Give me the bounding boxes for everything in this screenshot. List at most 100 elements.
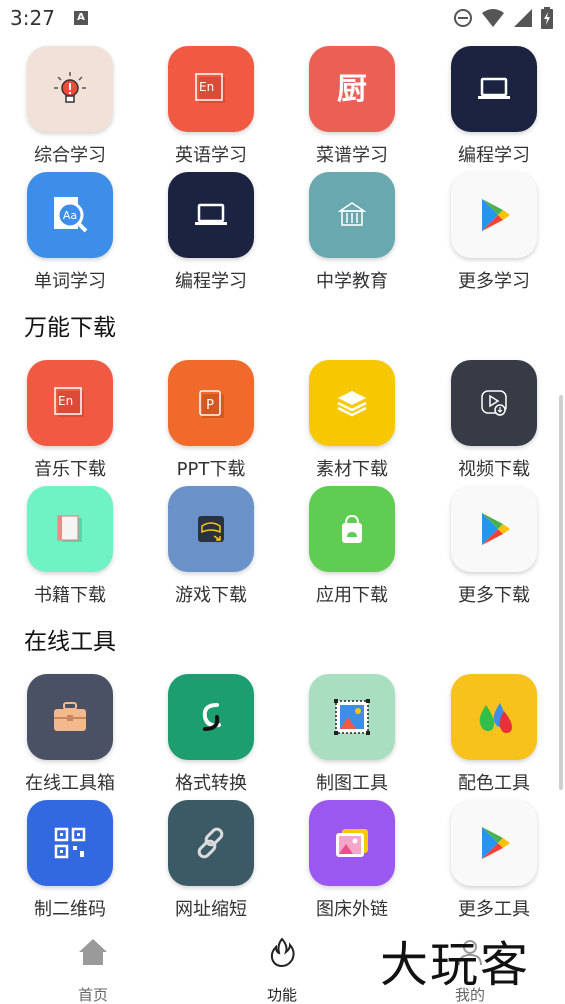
learning-row-2: Aa 单词学习 编程学习 中学教育 更多学习 xyxy=(0,164,565,292)
tile-coding-learning-2[interactable]: 编程学习 xyxy=(151,164,271,292)
play-store-icon xyxy=(482,513,510,545)
tile-middle-school[interactable]: 中学教育 xyxy=(292,164,412,292)
tile-label: 游戏下载 xyxy=(175,585,247,606)
tile-icon-bg: P xyxy=(168,360,254,446)
tile-icon-bg xyxy=(27,800,113,886)
school-building-icon xyxy=(337,202,367,226)
tile-icon-bg xyxy=(309,360,395,446)
tile-app-download[interactable]: 应用下载 xyxy=(292,478,412,606)
tile-icon-bg xyxy=(309,800,395,886)
book-icon xyxy=(57,515,82,542)
link-chain-icon xyxy=(197,827,224,859)
learning-row-1: 综合学习 En 英语学习 厨 菜谱学习 编程学习 xyxy=(0,38,565,166)
dictionary-search-icon: Aa xyxy=(54,197,88,233)
tile-icon-bg xyxy=(451,172,537,258)
tools-row-1: 在线工具箱 格式转换 制图工具 配色工具 xyxy=(0,666,565,794)
tile-music-download[interactable]: En 音乐下载 xyxy=(10,352,130,480)
tile-icon-bg xyxy=(168,800,254,886)
tile-drawing-tool[interactable]: 制图工具 xyxy=(292,666,412,794)
tile-more-tools[interactable]: 更多工具 xyxy=(434,792,554,920)
tile-icon-bg xyxy=(27,46,113,132)
tile-icon-bg xyxy=(27,674,113,760)
lightbulb-icon xyxy=(54,72,86,103)
tile-label: 更多下载 xyxy=(458,585,530,606)
color-drops-icon xyxy=(479,703,512,733)
tile-image-hosting[interactable]: 图床外链 xyxy=(292,792,412,920)
svg-text:Aa: Aa xyxy=(63,209,77,222)
tile-coding-learning[interactable]: 编程学习 xyxy=(434,38,554,166)
tile-icon-bg xyxy=(451,800,537,886)
play-store-icon xyxy=(482,827,510,859)
home-icon xyxy=(79,939,107,965)
nav-home-label: 首页 xyxy=(77,986,108,1004)
do-not-disturb-icon xyxy=(454,9,472,27)
tile-icon-bg xyxy=(451,46,537,132)
section-title-tools: 在线工具 xyxy=(24,629,116,655)
svg-text:P: P xyxy=(206,398,214,413)
tile-more-learning[interactable]: 更多学习 xyxy=(434,164,554,292)
tile-icon-bg: En xyxy=(168,46,254,132)
feature-grid: 综合学习 En 英语学习 厨 菜谱学习 编程学习 Aa 单词学习 编程学习 中学… xyxy=(0,38,565,928)
watermark-logo: 大玩客 xyxy=(380,937,531,993)
tile-icon-bg xyxy=(27,486,113,572)
signal-icon xyxy=(514,9,532,27)
battery-icon xyxy=(541,7,553,29)
tile-material-download[interactable]: 素材下载 xyxy=(292,352,412,480)
svg-text:En: En xyxy=(199,80,214,94)
status-icons xyxy=(453,7,553,29)
tile-label: 制二维码 xyxy=(34,899,106,920)
tile-english-learning[interactable]: En 英语学习 xyxy=(151,38,271,166)
laptop-icon xyxy=(195,203,227,225)
tile-word-learning[interactable]: Aa 单词学习 xyxy=(10,164,130,292)
ppt-file-icon: P xyxy=(199,390,224,418)
tile-ppt-download[interactable]: P PPT下载 xyxy=(151,352,271,480)
shopping-bag-icon xyxy=(342,514,362,543)
tile-online-toolbox[interactable]: 在线工具箱 xyxy=(10,666,130,794)
image-frame-icon xyxy=(334,699,370,735)
tile-label: 应用下载 xyxy=(316,585,388,606)
tile-icon-bg xyxy=(309,486,395,572)
download-row-1: En 音乐下载 P PPT下载 素材下载 视频下载 xyxy=(0,352,565,480)
tile-label: 书籍下载 xyxy=(34,585,106,606)
laptop-icon xyxy=(478,77,510,99)
section-title-download: 万能下载 xyxy=(24,315,116,341)
tile-label: 更多工具 xyxy=(458,899,530,920)
tile-recipe-learning[interactable]: 厨 菜谱学习 xyxy=(292,38,412,166)
scrollbar[interactable] xyxy=(559,395,563,790)
tile-book-download[interactable]: 书籍下载 xyxy=(10,478,130,606)
tile-label: 更多学习 xyxy=(458,271,530,292)
tools-row-2: 制二维码 网址缩短 图床外链 更多工具 xyxy=(0,792,565,920)
tile-more-download[interactable]: 更多下载 xyxy=(434,478,554,606)
nav-function[interactable]: 功能 xyxy=(222,928,342,1004)
download-row-2: 书籍下载 游戏下载 应用下载 更多下载 xyxy=(0,478,565,606)
tile-url-shorten[interactable]: 网址缩短 xyxy=(151,792,271,920)
tile-icon-bg xyxy=(168,674,254,760)
tile-icon-bg xyxy=(168,486,254,572)
tile-label: 单词学习 xyxy=(34,271,106,292)
tile-icon-bg: Aa xyxy=(27,172,113,258)
tile-comprehensive-learning[interactable]: 综合学习 xyxy=(10,38,130,166)
tile-icon-bg xyxy=(451,674,537,760)
tile-qr-code[interactable]: 制二维码 xyxy=(10,792,130,920)
wifi-icon xyxy=(482,9,504,27)
english-book-icon: En xyxy=(54,387,84,417)
tile-label: 编程学习 xyxy=(175,271,247,292)
nav-home[interactable]: 首页 xyxy=(33,928,153,1004)
tile-icon-bg xyxy=(451,360,537,446)
tile-icon-bg: En xyxy=(27,360,113,446)
flame-icon xyxy=(270,937,295,968)
status-time: 3:27 xyxy=(10,6,55,30)
layers-icon xyxy=(337,391,367,417)
video-download-icon xyxy=(481,390,507,416)
notification-a-icon: A xyxy=(74,11,88,25)
gamepad-icon xyxy=(198,516,224,542)
tile-icon-bg xyxy=(309,674,395,760)
tile-game-download[interactable]: 游戏下载 xyxy=(151,478,271,606)
convert-arrows-icon xyxy=(202,703,221,731)
tile-format-convert[interactable]: 格式转换 xyxy=(151,666,271,794)
tile-color-tool[interactable]: 配色工具 xyxy=(434,666,554,794)
tile-label: 图床外链 xyxy=(316,899,388,920)
tile-video-download[interactable]: 视频下载 xyxy=(434,352,554,480)
qr-code-icon xyxy=(54,827,86,859)
svg-text:厨: 厨 xyxy=(337,72,367,107)
